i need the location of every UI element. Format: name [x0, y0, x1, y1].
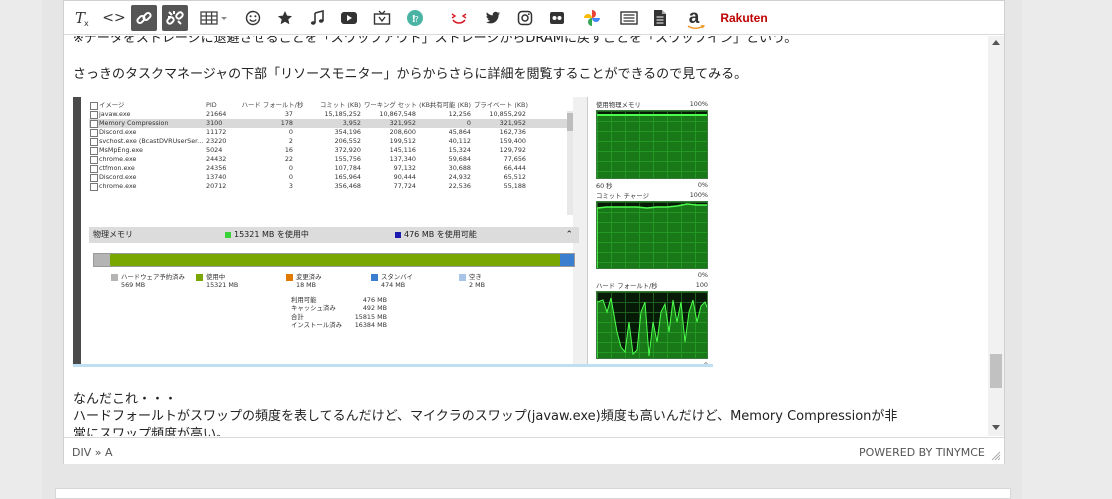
- legend-item: ハードウェア予約済み 569 MB: [111, 273, 185, 289]
- document-button[interactable]: [649, 5, 671, 31]
- table-row[interactable]: chrome.exe 24432 22 155,756 137,340 59,684 77,…: [89, 155, 569, 164]
- news-icon: [620, 11, 638, 25]
- paragraph-after-2: ハードフォールトがスワップの頻度を表してるんだけど、マイクラのスワップ(java…: [73, 409, 898, 424]
- clear-format-button[interactable]: Tx: [70, 5, 94, 31]
- paragraph-clipped: ※データをストレージに退避させることを「スワップアウト」ストレージからDRAMに…: [73, 36, 798, 46]
- amazon-icon: a: [687, 8, 705, 30]
- legend-item: スタンバイ 474 MB: [371, 273, 413, 289]
- table-row[interactable]: Memory Compression 3100 178 3,952 321,952 0 32…: [89, 119, 569, 128]
- amazon-button[interactable]: a: [682, 5, 706, 31]
- pinwheel-icon: [584, 10, 600, 26]
- music-button[interactable]: [306, 5, 328, 31]
- link-button[interactable]: [131, 5, 157, 31]
- document-icon: [654, 10, 666, 26]
- rich-text-editor: Tx <> !? a Rakuten ※データをストレージに退避させることを「ス…: [63, 0, 1005, 464]
- editor-statusbar: DIV » A POWERED BY TINYMCE: [64, 437, 1004, 464]
- instagram-icon: [517, 10, 533, 26]
- svg-text:?: ?: [415, 15, 419, 24]
- legend-item: 変更済み 18 MB: [286, 273, 322, 289]
- table-icon: [200, 11, 227, 25]
- scrollbar-thumb[interactable]: [990, 354, 1002, 388]
- legend-item: 空き 2 MB: [459, 273, 485, 289]
- table-button[interactable]: [198, 5, 230, 31]
- scroll-up-icon[interactable]: [992, 40, 1000, 45]
- hatena-button[interactable]: !?: [404, 5, 426, 31]
- pinwheel-button[interactable]: [581, 5, 603, 31]
- memory-stats: 利用可能 476 MB キャッシュ済み 492 MB 合計 15815 MB インストール済…: [291, 296, 387, 330]
- paragraph-after-3: 常にスワップ頻度が高い。: [73, 427, 230, 436]
- table-row[interactable]: MsMpEng.exe 5024 16 372,920 145,116 15,324 129…: [89, 146, 569, 155]
- table-row[interactable]: Discord.exe 11172 0 354,196 208,600 45,864 162…: [89, 128, 569, 137]
- table-scrollbar[interactable]: [567, 111, 573, 215]
- legend-item: 使用中 15321 MB: [196, 273, 238, 289]
- resize-handle-icon[interactable]: [991, 451, 1001, 461]
- table-body: javaw.exe 21664 37 15,185,252 10,867,548 12,2…: [89, 110, 569, 191]
- star-button[interactable]: [274, 5, 296, 31]
- table-row[interactable]: javaw.exe 21664 37 15,185,252 10,867,548 12,2…: [89, 110, 569, 119]
- clear-format-icon: Tx: [75, 9, 89, 27]
- rakuten-button[interactable]: Rakuten: [716, 5, 772, 31]
- youtube-button[interactable]: [338, 5, 360, 31]
- physical-memory-header[interactable]: 物理メモリ 15321 MB を使用中 476 MB を使用可能 ⌃: [89, 227, 579, 243]
- table-row[interactable]: svchost.exe (BcastDVRUserSer... 23220 2 206…: [89, 137, 569, 146]
- physical-memory-graph: [596, 110, 708, 179]
- smile-icon: [451, 13, 467, 24]
- twitter-button[interactable]: [482, 5, 504, 31]
- table-row[interactable]: ctfmon.exe 24356 0 107,784 97,132 30,688 66,44…: [89, 164, 569, 173]
- source-code-icon: <>: [102, 10, 126, 26]
- powered-by-label[interactable]: POWERED BY TINYMCE: [859, 446, 985, 459]
- svg-text:x: x: [84, 19, 89, 27]
- emoticon-button[interactable]: [242, 5, 264, 31]
- rakuten-icon: Rakuten: [720, 11, 768, 25]
- table-row[interactable]: Discord.exe 13740 0 165,964 90,444 24,932 65,5…: [89, 173, 569, 182]
- unlink-button[interactable]: [162, 5, 188, 31]
- stat-row: キャッシュ済み 492 MB: [291, 304, 387, 313]
- flickr-button[interactable]: [546, 5, 568, 31]
- source-code-button[interactable]: <>: [102, 5, 126, 31]
- tv-icon: [373, 10, 391, 25]
- link-icon: [136, 11, 152, 25]
- youtube-icon: [341, 12, 357, 24]
- music-icon: [310, 10, 324, 25]
- process-table: イメージ PID ハード フォールト/秒 コミット (KB) ワーキング セット…: [89, 101, 569, 191]
- memory-usage-bar: [93, 253, 575, 267]
- editor-toolbar: Tx <> !? a Rakuten: [64, 1, 1004, 35]
- lower-panel: [55, 488, 1011, 499]
- content-scrollbar[interactable]: [988, 36, 1004, 436]
- hard-fault-graph: [596, 291, 708, 359]
- stat-row: 合計 15815 MB: [291, 312, 387, 321]
- news-button[interactable]: [618, 5, 640, 31]
- flickr-icon: [550, 12, 564, 24]
- star-icon: [277, 11, 293, 25]
- process-table-pane: イメージ PID ハード フォールト/秒 コミット (KB) ワーキング セット…: [73, 97, 579, 364]
- commit-charge-graph: [596, 201, 708, 269]
- collapse-icon[interactable]: ⌃: [565, 227, 573, 243]
- paragraph-intro: さっきのタスクマネージャの下部「リソースモニター」からからさらに詳細を閲覧するこ…: [73, 67, 748, 82]
- smile-button[interactable]: [448, 5, 470, 31]
- graph-pane: 使用物理メモリ 100% 60 秒 0% コミット チャージ 100% 0% ハード …: [587, 97, 713, 364]
- tv-button[interactable]: [371, 5, 393, 31]
- unlink-icon: [166, 11, 184, 25]
- scroll-down-icon[interactable]: [992, 425, 1000, 430]
- emoticon-icon: [245, 10, 261, 26]
- stat-row: インストール済み 16384 MB: [291, 321, 387, 330]
- hatena-icon: !?: [407, 10, 423, 26]
- table-header: イメージ PID ハード フォールト/秒 コミット (KB) ワーキング セット…: [89, 101, 569, 110]
- resource-monitor-image[interactable]: イメージ PID ハード フォールト/秒 コミット (KB) ワーキング セット…: [73, 97, 713, 367]
- instagram-button[interactable]: [514, 5, 536, 31]
- twitter-icon: [486, 11, 500, 24]
- table-row[interactable]: chrome.exe 20712 3 356,468 77,724 22,536 55,18…: [89, 182, 569, 191]
- element-path[interactable]: DIV » A: [72, 446, 113, 459]
- editor-content[interactable]: ※データをストレージに退避させることを「スワップアウト」ストレージからDRAMに…: [64, 36, 988, 436]
